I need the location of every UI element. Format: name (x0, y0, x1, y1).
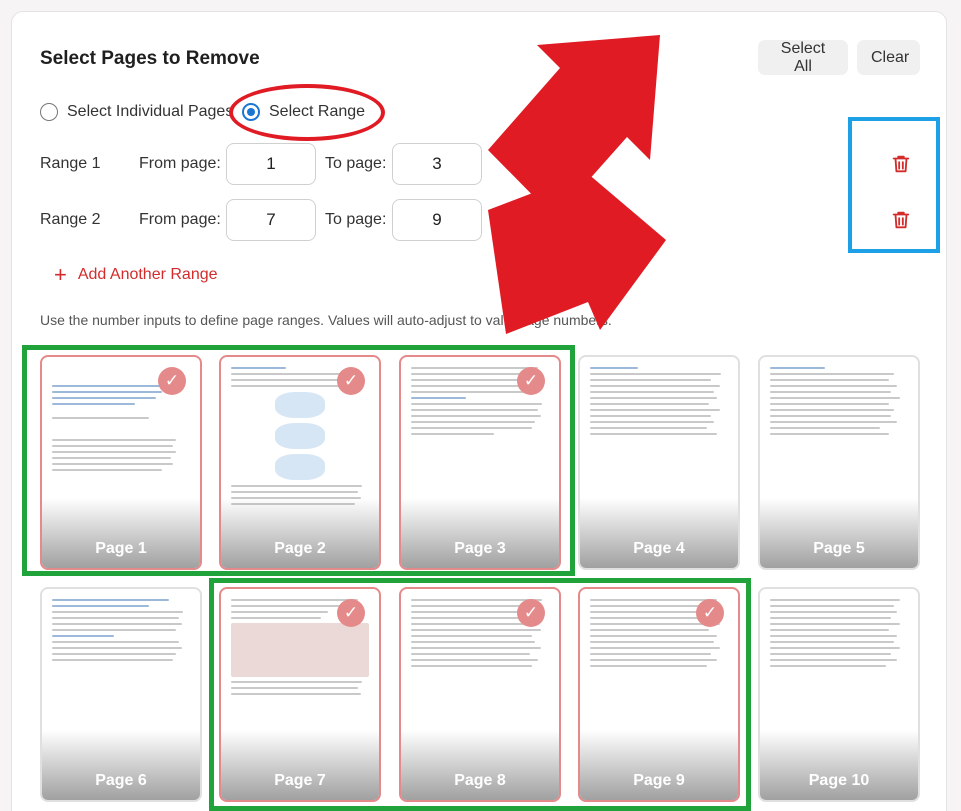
annotation-arrows (488, 35, 666, 334)
arrow-icon (488, 150, 666, 334)
